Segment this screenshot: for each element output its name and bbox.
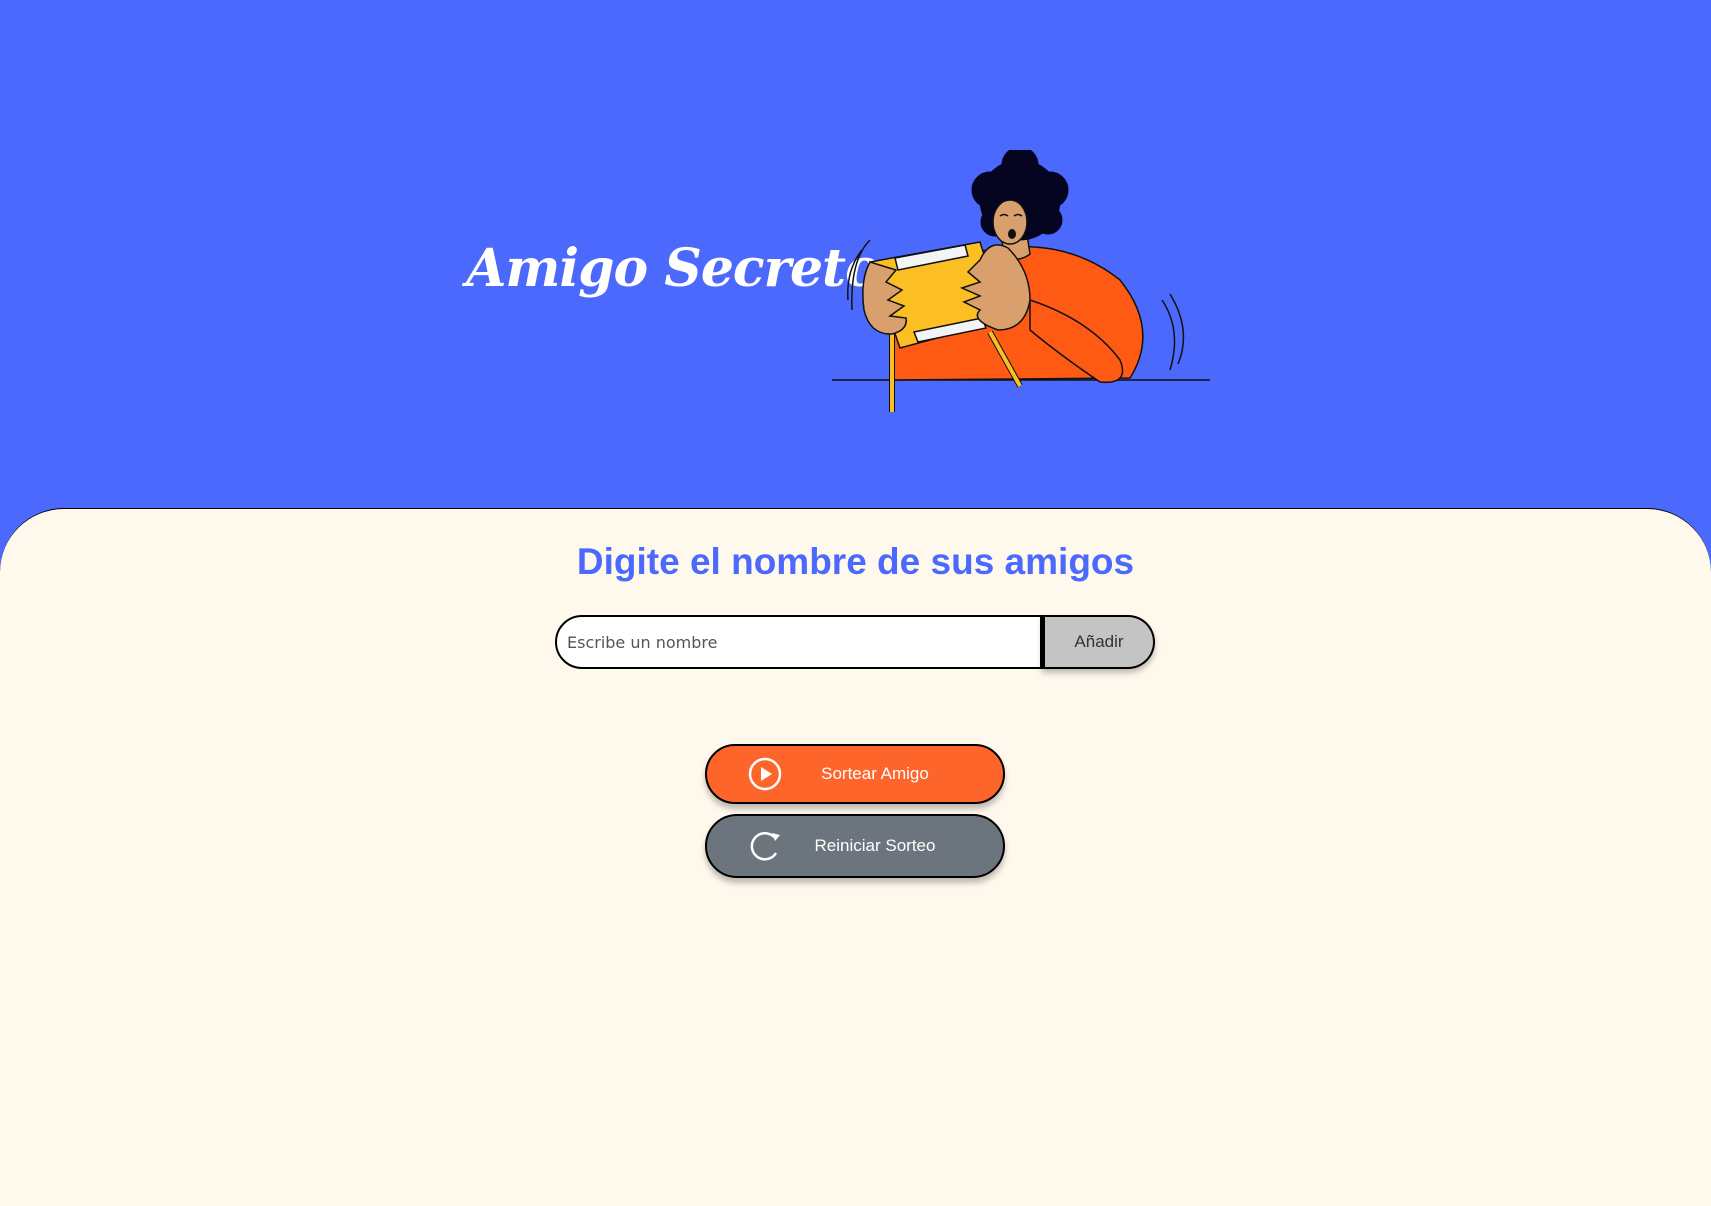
input-wrapper: Añadir	[555, 615, 1155, 669]
reset-draw-label: Reiniciar Sorteo	[814, 836, 936, 855]
draw-friend-button[interactable]: Sortear Amigo	[705, 744, 1005, 804]
input-section: Digite el nombre de sus amigos Añadir So…	[0, 508, 1711, 1206]
add-button[interactable]: Añadir	[1042, 615, 1155, 669]
name-input[interactable]	[555, 615, 1042, 669]
person-with-gift-illustration	[832, 150, 1210, 412]
draw-friend-label: Sortear Amigo	[821, 764, 929, 783]
section-title: Digite el nombre de sus amigos	[576, 541, 1135, 582]
header-banner: Amigo Secreto	[0, 0, 1711, 510]
reset-draw-button[interactable]: Reiniciar Sorteo	[705, 814, 1005, 878]
page-title: Amigo Secreto	[466, 238, 880, 299]
